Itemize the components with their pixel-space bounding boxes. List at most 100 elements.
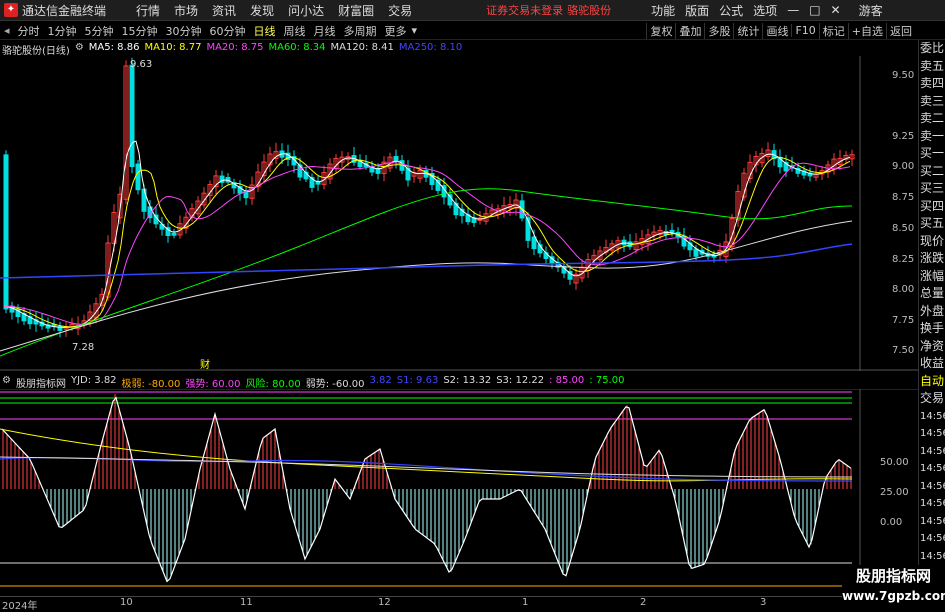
app-logo-icon: ✦ [4,3,18,17]
ytick: 8.75 [892,192,914,203]
indicator-value: S1: 9.63 [396,375,439,386]
menu-item-faxian[interactable]: 发现 [243,2,281,19]
indicator-yaxis: 50.00 25.00 0.00 [880,457,909,528]
indicator-name[interactable]: 股朋指标网 [16,375,66,390]
candle-body [297,164,303,178]
menu-item-zixun[interactable]: 资讯 [205,2,243,19]
indicator-value: : 75.00 [589,375,625,386]
btn-tongji[interactable]: 统计 [733,22,762,39]
side-panel-item: 14:56 [920,410,945,422]
ytick: 8.25 [892,254,914,265]
tab-more[interactable]: 更多 [381,23,411,39]
side-panel-item: 买五 [920,216,945,230]
indicator-value: YJD: 3.82 [70,375,117,386]
side-panel-item: 14:56 [920,550,945,562]
xtick: 1 [522,597,529,608]
ma120-label: MA120: 8.41 [330,42,394,53]
indicator-value: 风险: 80.00 [245,379,301,390]
side-panel-item: 14:56 [920,515,945,527]
login-notice[interactable]: 证券交易未登录 [479,2,565,18]
btn-f10[interactable]: F10 [791,24,818,37]
tab-60min[interactable]: 60分钟 [206,23,250,39]
menu-gongneng[interactable]: 功能 [646,2,680,19]
candlestick-chart[interactable]: 9.63 7.28 财 9.50 9.25 9.00 8.75 8.50 8.2… [0,56,918,371]
maximize-icon[interactable]: □ [804,3,825,17]
sidebar-toggle-icon[interactable]: ◂ [0,24,14,37]
menu-banmian[interactable]: 版面 [680,2,714,19]
tab-5min[interactable]: 5分钟 [81,23,118,39]
side-panel-item: 收益 [920,356,945,370]
candle-body [531,236,537,250]
tab-daily[interactable]: 日线 [250,23,280,39]
btn-huaxian[interactable]: 画线 [762,22,791,39]
menu-gongshi[interactable]: 公式 [714,2,748,19]
ytick: 9.00 [892,161,914,172]
stock-title: 骆驼股份(日线) [2,46,70,57]
settings-gear-icon[interactable]: ⚙ [75,42,84,56]
side-panel-item: 外盘 [920,303,945,318]
xtick: 3 [760,597,767,608]
tab-1min[interactable]: 1分钟 [44,23,81,39]
xtick: 2024年 [2,601,38,612]
ytick: 7.50 [892,345,914,356]
side-panel-item: 卖四 [920,76,945,90]
indicator-value: S2: 13.32 [443,375,492,386]
menu-item-shichang[interactable]: 市场 [167,2,205,19]
btn-fuquan[interactable]: 复权 [646,22,675,39]
app-title: 通达信金融终端 [22,3,107,18]
side-panel-item[interactable]: 自动 [919,373,945,391]
side-panel-item: 净资 [920,338,945,353]
tab-multi-period[interactable]: 多周期 [340,23,381,39]
ma250-label: MA250: 8.10 [398,42,463,53]
ma-line [3,162,851,326]
low-price-label: 7.28 [72,342,94,353]
side-panel-item: 卖二 [920,111,945,125]
indicator-value: : 85.00 [549,375,585,386]
btn-duogu[interactable]: 多股 [704,22,733,39]
quote-side-panel: 委比 卖五 卖四 卖三 卖二 卖一 买一 买二 买三 买四 买五 现价 涨跌 涨幅 总量 外盘 换手 净资 收益 自动… [918,40,945,609]
guest-user[interactable]: 游客 [852,2,890,19]
main-chart-header: 骆驼股份(日线) ⚙ MA5: 8.86 MA10: 8.77 MA20: 8.… [2,42,463,57]
menu-item-jiaoyi[interactable]: 交易 [381,2,419,19]
xtick: 10 [120,597,133,608]
candle-body [3,154,9,310]
watermark-url: www.7gpzb.com [842,589,945,603]
menu-xuanxiang[interactable]: 选项 [748,2,782,19]
candle-body [135,163,141,191]
side-panel-item: 14:56 [920,480,945,492]
close-icon[interactable]: ✕ [826,3,846,17]
btn-biaoji[interactable]: 标记 [818,22,848,39]
btn-diejia[interactable]: 叠加 [675,22,704,39]
settings-gear-icon[interactable]: ⚙ [2,375,11,389]
chevron-down-icon[interactable]: ▾ [411,24,419,37]
side-panel-item: 14:56 [920,445,945,457]
tab-30min[interactable]: 30分钟 [162,23,206,39]
tab-15min[interactable]: 15分钟 [118,23,162,39]
indicator-value: 弱势: -60.00 [305,379,365,390]
ma5-label: MA5: 8.86 [88,42,140,53]
tab-fenshi[interactable]: 分时 [14,23,44,39]
indicator-chart[interactable]: 50.00 25.00 0.00 [0,389,918,596]
side-panel-item: 换手 [920,321,945,335]
side-panel-item: 总量 [920,286,945,300]
tab-weekly[interactable]: 周线 [280,23,310,39]
ytick: 50.00 [880,457,909,468]
menu-item-caifuquan[interactable]: 财富圈 [331,2,381,19]
side-panel-item: 委比 [920,41,945,55]
side-panel-item: 现价 [920,233,945,248]
btn-add-watchlist[interactable]: +自选 [847,22,886,39]
ytick: 8.50 [892,223,914,234]
indicator-value: 3.82 [369,375,392,386]
minimize-icon[interactable]: — [782,3,804,17]
indicator-header: ⚙ 股朋指标网 YJD: 3.82 极弱: -80.00 强势: 60.00 风… [2,375,625,390]
tab-monthly[interactable]: 月线 [310,23,340,39]
caifu-event-mark[interactable]: 财 [200,358,210,371]
xtick: 11 [240,597,253,608]
ytick: 9.25 [892,131,914,142]
side-panel-item: 买二 [920,163,945,178]
btn-back[interactable]: 返回 [886,22,915,39]
menu-item-hangqing[interactable]: 行情 [129,2,167,19]
indicator-value: S3: 12.22 [496,375,545,386]
side-panel-item: 卖一 [920,128,945,143]
menu-item-wenxiaoda[interactable]: 问小达 [281,2,331,19]
